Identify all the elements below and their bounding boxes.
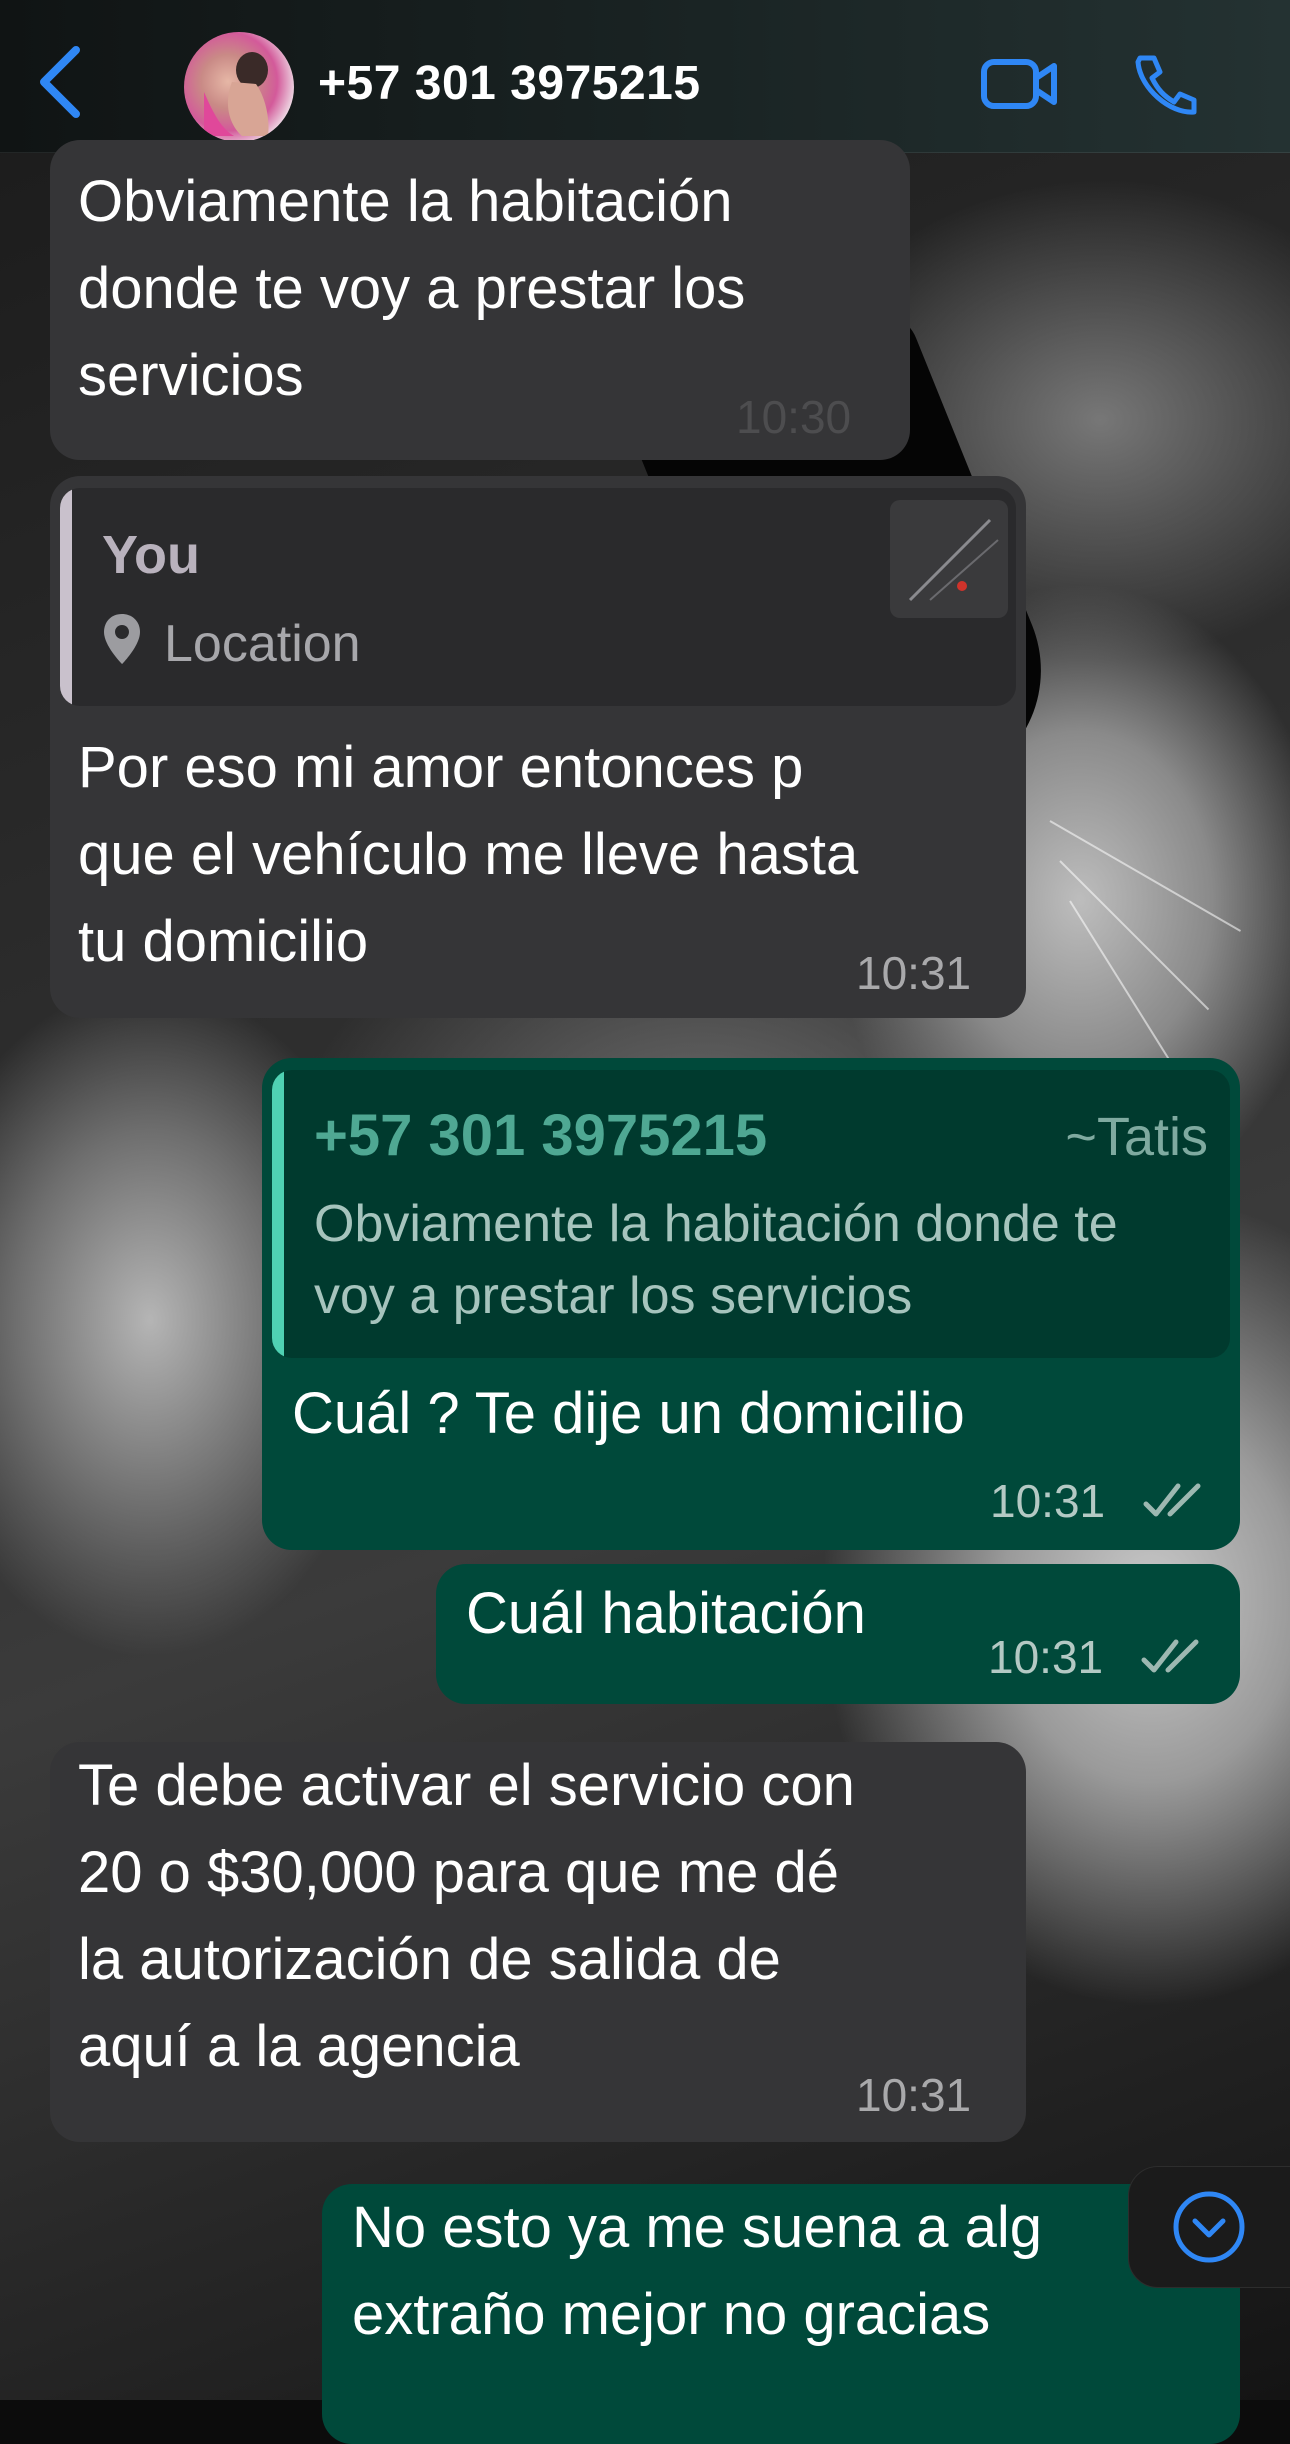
quote-accent-bar — [60, 488, 72, 706]
message-text: Te debe activar el servicio con 20 o $30… — [78, 1753, 855, 2079]
quoted-message[interactable]: +57 301 3975215 ~Tatis Obviamente la hab… — [272, 1070, 1230, 1358]
message-time: 10:31 — [988, 1631, 1104, 1683]
chevron-left-icon — [40, 46, 80, 118]
video-call-button[interactable] — [980, 56, 1060, 112]
back-button[interactable] — [30, 40, 90, 120]
double-check-icon — [1141, 1639, 1199, 1673]
quote-alias: ~Tatis — [1065, 1107, 1208, 1167]
contact-avatar[interactable] — [184, 32, 294, 142]
double-check-icon — [1143, 1483, 1201, 1517]
message-incoming[interactable]: Te debe activar el servicio con 20 o $30… — [50, 1742, 1026, 2142]
message-incoming[interactable]: You Location Por eso mi amor entonces p … — [50, 476, 1026, 1018]
contact-title[interactable]: +57 301 3975215 — [318, 56, 701, 111]
message-text: No esto ya me suena a alg extraño mejor … — [352, 2195, 1042, 2347]
message-time: 10:31 — [990, 1475, 1106, 1527]
message-text: Cuál habitación — [466, 1581, 866, 1646]
quote-author: You — [102, 525, 200, 585]
message-outgoing[interactable]: Cuál habitación 10:31 — [436, 1564, 1240, 1704]
quote-accent-bar — [272, 1070, 284, 1358]
location-pin-icon — [104, 614, 140, 664]
message-incoming[interactable]: Obviamente la habitación donde te voy a … — [50, 140, 910, 460]
phone-icon — [1135, 55, 1197, 115]
message-outgoing[interactable]: No esto ya me suena a alg extraño mejor … — [322, 2184, 1240, 2444]
message-outgoing[interactable]: +57 301 3975215 ~Tatis Obviamente la hab… — [262, 1058, 1240, 1550]
location-map-thumbnail — [890, 500, 1008, 618]
scroll-to-bottom-button[interactable] — [1128, 2166, 1290, 2288]
quoted-message[interactable]: You Location — [60, 488, 1016, 706]
message-time: 10:30 — [736, 391, 852, 443]
avatar-photo — [204, 52, 269, 136]
message-text: Cuál ? Te dije un domicilio — [292, 1381, 965, 1446]
message-time: 10:31 — [856, 2069, 972, 2121]
wallpaper-whisker — [1059, 860, 1210, 1011]
video-camera-icon — [981, 59, 1057, 109]
voice-call-button[interactable] — [1130, 52, 1200, 118]
quote-text: Obviamente la habitación donde te voy a … — [314, 1195, 1118, 1325]
message-time: 10:31 — [856, 947, 972, 999]
quote-text: Location — [164, 615, 361, 673]
chat-header: +57 301 3975215 — [0, 0, 1290, 153]
message-text: Obviamente la habitación donde te voy a … — [78, 169, 746, 408]
chevron-down-circle-icon — [1173, 2191, 1245, 2263]
map-icon — [908, 518, 999, 602]
quote-author: +57 301 3975215 — [314, 1103, 768, 1168]
